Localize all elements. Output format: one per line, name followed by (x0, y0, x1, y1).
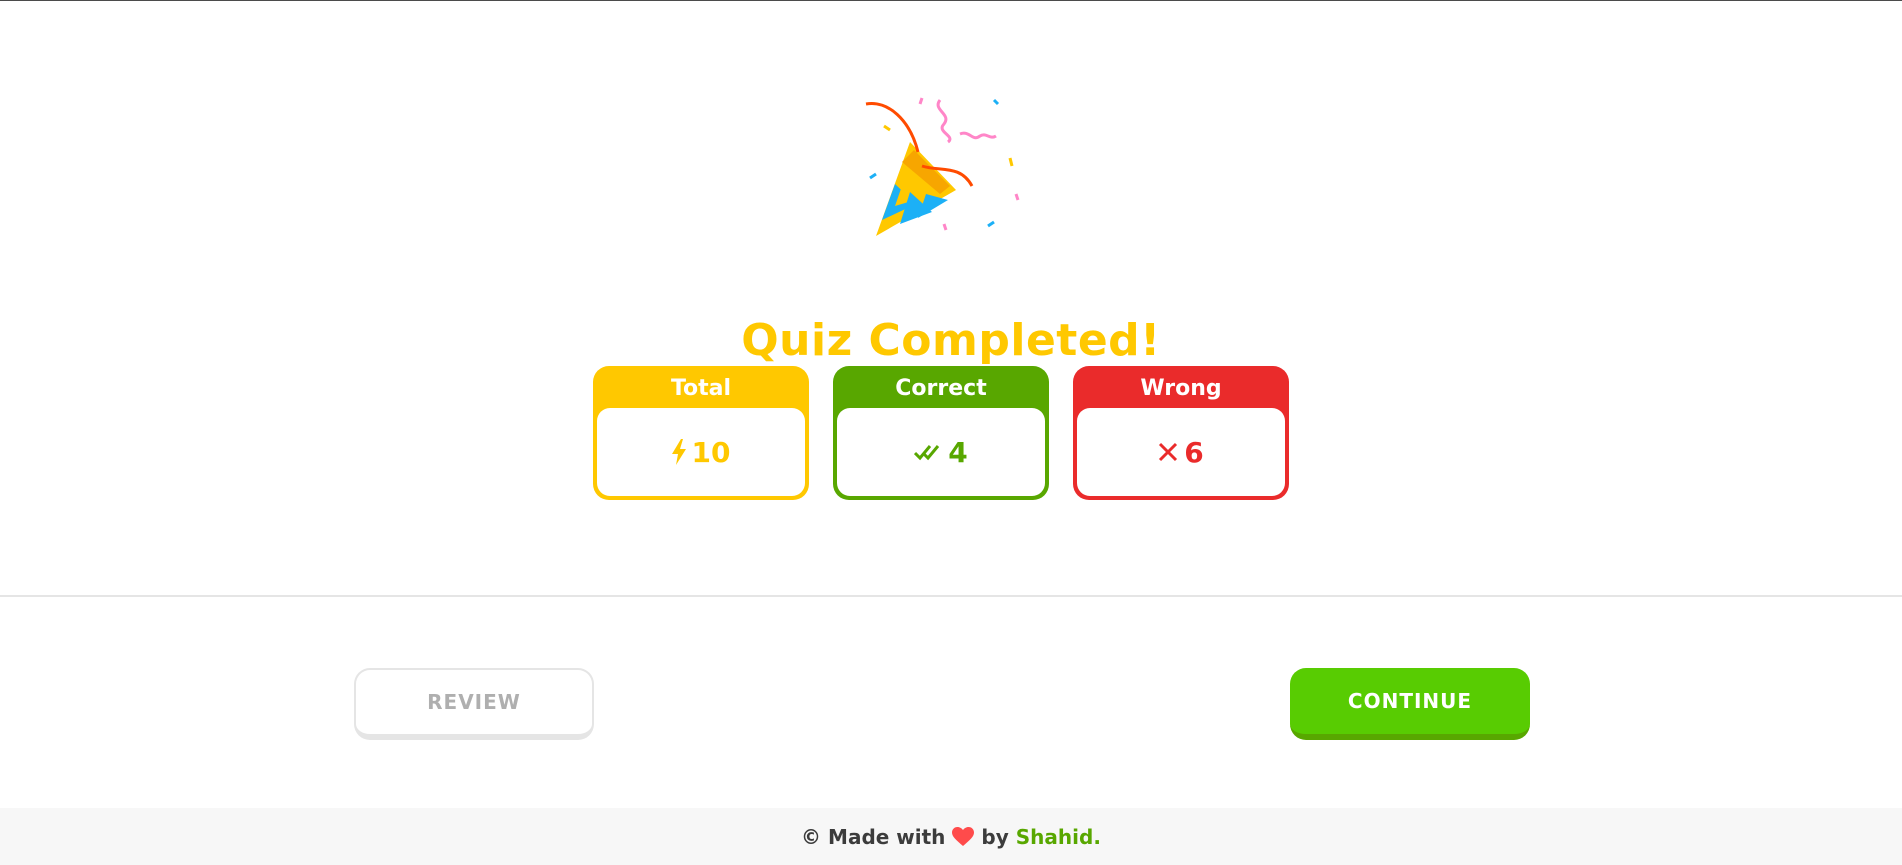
lightning-icon (671, 439, 686, 465)
stat-value-box: 6 (1077, 408, 1285, 496)
author-link[interactable]: Shahid. (1016, 825, 1101, 849)
section-divider (0, 595, 1902, 597)
stat-value: 4 (948, 435, 968, 469)
by-text: by (981, 824, 1009, 849)
stat-value: 6 (1184, 435, 1204, 469)
stat-label: Wrong (1140, 376, 1222, 401)
stat-card-correct: Correct 4 (833, 366, 1049, 500)
result-hero: Quiz Completed! Total 10 Correct 4 Wrong… (0, 0, 1902, 596)
heart-icon (952, 826, 975, 846)
stats-row: Total 10 Correct 4 Wrong 6 (593, 366, 1289, 500)
footer: © Made with by Shahid. (0, 808, 1902, 865)
review-button[interactable]: REVIEW (354, 668, 594, 740)
made-with-text: Made with (828, 824, 946, 849)
stat-card-total: Total 10 (593, 366, 809, 500)
party-popper-icon (865, 97, 1020, 236)
continue-button[interactable]: CONTINUE (1290, 668, 1530, 740)
stat-value-box: 10 (597, 408, 805, 496)
stat-label: Total (670, 376, 732, 401)
stat-value-box: 4 (837, 408, 1045, 496)
page-title: Quiz Completed! (741, 315, 1161, 367)
quiz-result-page: Quiz Completed! Total 10 Correct 4 Wrong… (0, 0, 1902, 865)
author-period: . (1093, 824, 1101, 849)
double-check-icon (914, 445, 940, 461)
stat-value: 10 (691, 435, 731, 469)
stat-card-wrong: Wrong 6 (1073, 366, 1289, 500)
author-name[interactable]: Shahid (1016, 825, 1094, 849)
stat-label: Correct (895, 376, 987, 401)
x-icon (1159, 442, 1178, 462)
copyright-symbol: © (801, 824, 822, 849)
